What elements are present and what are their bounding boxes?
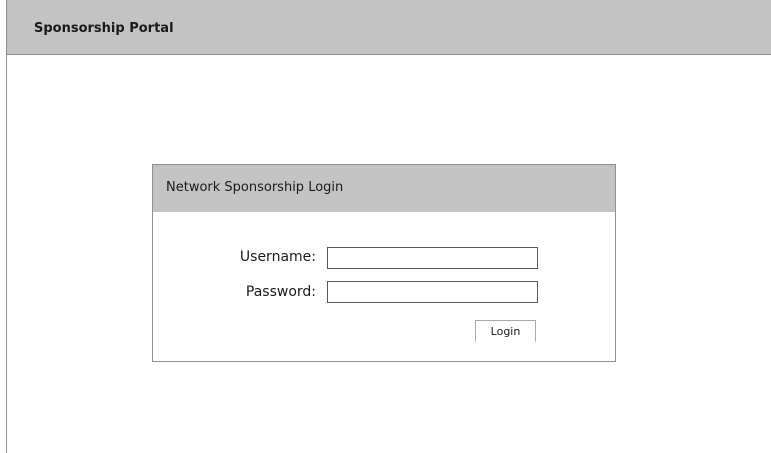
password-label: Password:: [245, 284, 316, 300]
login-panel-header: Network Sponsorship Login: [153, 165, 615, 212]
username-label: Username:: [239, 249, 316, 265]
login-button[interactable]: Login: [475, 320, 536, 342]
username-input[interactable]: [327, 247, 538, 269]
login-panel-title: Network Sponsorship Login: [166, 180, 344, 195]
portal-title: Sponsorship Portal: [34, 21, 174, 36]
password-input[interactable]: [327, 281, 538, 303]
portal-header: Sponsorship Portal: [7, 0, 771, 55]
login-panel: Network Sponsorship Login Username: Pass…: [152, 164, 616, 362]
page-frame: Sponsorship Portal Network Sponsorship L…: [6, 0, 771, 453]
